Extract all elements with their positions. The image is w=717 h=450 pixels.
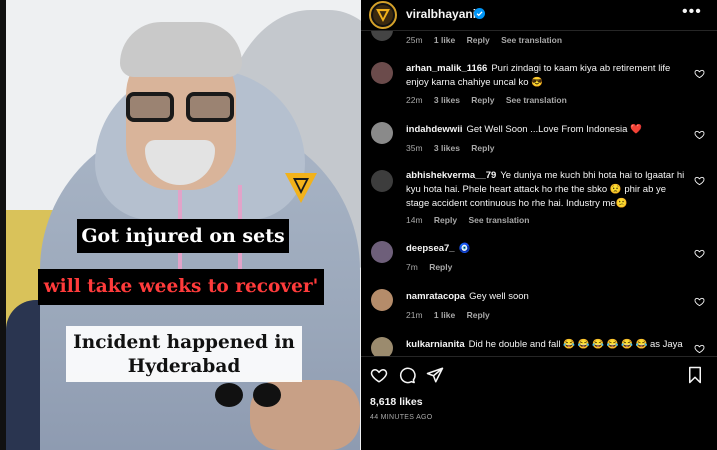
comment-username[interactable]: arhan_malik_1166 xyxy=(406,63,487,74)
comment-text: arhan_malik_1166 Puri zindagi to kaam kiy… xyxy=(406,62,686,90)
hair xyxy=(120,22,242,77)
like-comment-heart-icon[interactable] xyxy=(694,129,705,140)
comment-body: Did he double and fall 😂 😂 😂 😂 😂 😂 as Ja… xyxy=(468,339,683,350)
like-comment-heart-icon[interactable] xyxy=(694,68,705,79)
reply-link[interactable]: Reply xyxy=(471,95,494,105)
comment-meta: 22m 3 likes Reply See translation xyxy=(406,95,576,105)
comment-meta: 14m Reply See translation xyxy=(406,215,538,225)
comment-time: 14m xyxy=(406,215,423,225)
comment-likes[interactable]: 1 like xyxy=(434,35,455,45)
comment-likes[interactable]: 3 likes xyxy=(434,143,460,153)
share-icon[interactable] xyxy=(426,366,444,384)
glasses-lens-left xyxy=(126,92,174,122)
post-image[interactable]: Got injured on sets will take weeks to r… xyxy=(0,0,361,450)
like-comment-heart-icon[interactable] xyxy=(694,296,705,307)
actions-divider xyxy=(361,356,717,357)
caption-incident: Incident happened in Hyderabad xyxy=(66,326,302,382)
post-side-panel: viralbhayani ••• 25m 1 like Reply See tr… xyxy=(361,0,717,450)
reply-link[interactable]: Reply xyxy=(434,215,457,225)
commenter-avatar[interactable] xyxy=(371,337,393,356)
commenter-avatar[interactable] xyxy=(371,170,393,192)
like-comment-heart-icon[interactable] xyxy=(694,248,705,259)
comment-text: abhishekverma__79 Ye duniya me kuch bhi h… xyxy=(406,169,686,211)
comment-username[interactable]: indahdewwii xyxy=(406,124,462,135)
sunglasses-lens xyxy=(215,383,243,407)
comment-likes[interactable]: 1 like xyxy=(434,310,455,320)
likes-count[interactable]: 8,618 likes xyxy=(370,396,423,408)
verified-badge-icon xyxy=(474,8,485,19)
comment-body: 🧿 xyxy=(458,243,471,254)
heart-outline-icon[interactable] xyxy=(370,366,388,384)
comment-username[interactable]: abhishekverma__79 xyxy=(406,170,496,181)
see-translation-link[interactable]: See translation xyxy=(468,215,529,225)
glasses-lens-right xyxy=(186,92,234,122)
comment-text: kulkarnianita Did he double and fall 😂 😂 … xyxy=(406,338,691,352)
profile-avatar-image xyxy=(373,5,393,25)
comment-icon[interactable] xyxy=(398,366,416,384)
more-options-icon[interactable]: ••• xyxy=(682,3,702,21)
comment-text: deepsea7_ 🧿 xyxy=(406,242,686,256)
caption-injured: Got injured on sets xyxy=(77,219,289,253)
comment-text: namratacopa Gey well soon xyxy=(406,290,686,304)
posted-time: 44 MINUTES AGO xyxy=(370,414,433,421)
reply-link[interactable]: Reply xyxy=(467,310,490,320)
comment-body: Get Well Soon ...Love From Indonesia ❤️ xyxy=(466,124,642,135)
comment-time: 25m xyxy=(406,35,423,45)
reply-link[interactable]: Reply xyxy=(429,262,452,272)
commenter-avatar[interactable] xyxy=(371,289,393,311)
comment-body: Gey well soon xyxy=(469,291,529,302)
commenter-avatar[interactable] xyxy=(371,122,393,144)
see-translation-link[interactable]: See translation xyxy=(501,35,562,45)
image-edge xyxy=(0,0,6,450)
caption-recover: will take weeks to recover' xyxy=(38,269,324,305)
reply-link[interactable]: Reply xyxy=(467,35,490,45)
comment-username[interactable]: deepsea7_ xyxy=(406,243,455,254)
comment-time: 22m xyxy=(406,95,423,105)
see-translation-link[interactable]: See translation xyxy=(506,95,567,105)
comment-username[interactable]: namratacopa xyxy=(406,291,465,302)
comment-meta: 35m 3 likes Reply xyxy=(406,143,503,153)
profile-avatar[interactable] xyxy=(369,1,397,29)
comment-time: 35m xyxy=(406,143,423,153)
comment-time: 7m xyxy=(406,262,418,272)
comment-meta: 7m Reply xyxy=(406,262,461,272)
like-comment-heart-icon[interactable] xyxy=(694,175,705,186)
commenter-avatar[interactable] xyxy=(371,241,393,263)
bookmark-icon[interactable] xyxy=(686,366,704,384)
comments-list[interactable]: 25m 1 like Reply See translation arhan_m… xyxy=(361,31,717,356)
comment-text: indahdewwii Get Well Soon ...Love From In… xyxy=(406,123,686,137)
post-username[interactable]: viralbhayani xyxy=(406,7,476,21)
commenter-avatar[interactable] xyxy=(371,31,393,41)
commenter-avatar[interactable] xyxy=(371,62,393,84)
comment-time: 21m xyxy=(406,310,423,320)
comment-likes[interactable]: 3 likes xyxy=(434,95,460,105)
sunglasses-lens xyxy=(253,383,281,407)
viral-logo-icon xyxy=(376,8,390,22)
like-comment-heart-icon[interactable] xyxy=(694,343,705,354)
reply-link[interactable]: Reply xyxy=(471,143,494,153)
comment-meta: 21m 1 like Reply xyxy=(406,310,499,320)
eyeglasses xyxy=(126,92,236,124)
comment-meta: 25m 1 like Reply See translation xyxy=(406,35,571,45)
post-header: viralbhayani ••• xyxy=(361,0,717,30)
comment-username[interactable]: kulkarnianita xyxy=(406,339,465,350)
viral-logo-icon xyxy=(285,173,317,203)
